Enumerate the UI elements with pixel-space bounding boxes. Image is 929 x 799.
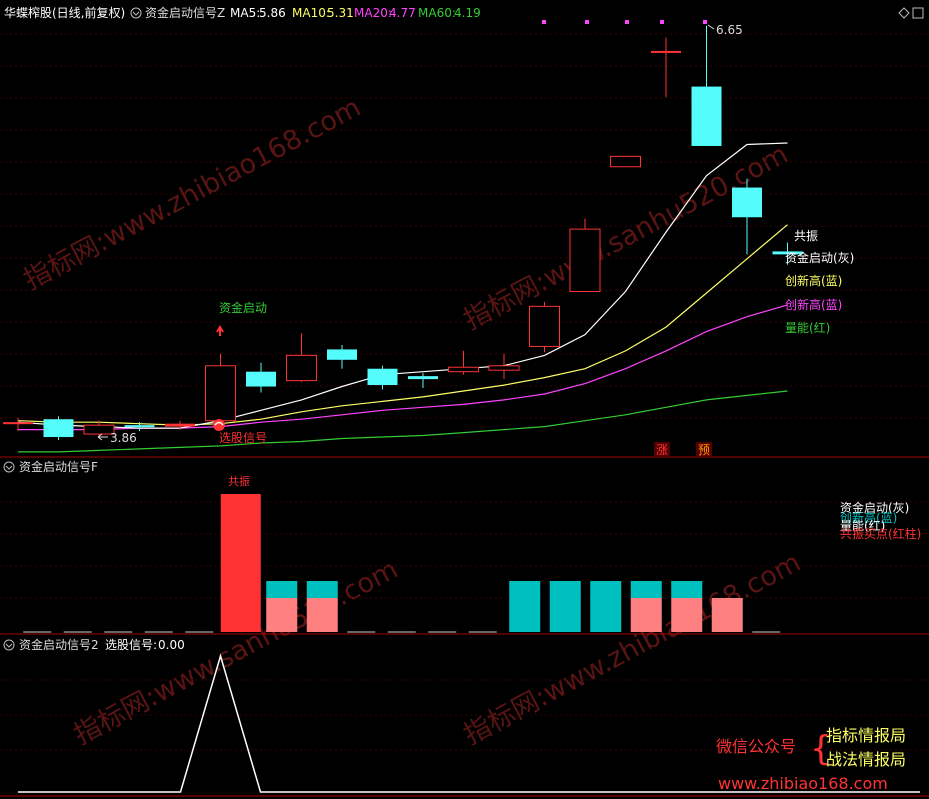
- candle: [610, 155, 641, 168]
- candle-body: [488, 365, 520, 371]
- f-bar: [549, 581, 581, 632]
- stock-title: 华蝶榨股(日线,前复权): [4, 5, 125, 20]
- f-bar-pink: [711, 598, 743, 632]
- f-bar-pink: [306, 598, 338, 632]
- candle: [569, 218, 601, 293]
- top-panel-header: 华蝶榨股(日线,前复权) 资金启动信号Z MA5: 5.86 MA10: 5.3…: [4, 5, 481, 20]
- ma10-label: MA10:: [292, 6, 330, 20]
- legend-item: 共振买点(红柱): [840, 526, 921, 541]
- f-bar-pink: [266, 598, 298, 632]
- f-bar-red: [220, 494, 261, 632]
- bottom-panel-header: 资金启动信号2 选股信号: 0.00: [3, 637, 185, 652]
- candle-body: [165, 423, 195, 427]
- mid-panel-title[interactable]: 资金启动信号F: [19, 459, 98, 474]
- candle-body: [124, 425, 155, 428]
- select-signal-key: 选股信号:: [105, 638, 157, 652]
- tag-up: 涨: [656, 442, 668, 457]
- indicator-chart-canvas: 指标网:www.zhibiao168.com 指标网:www.sanhu520.…: [0, 0, 929, 799]
- ma10-value: 5.31: [327, 6, 354, 20]
- candle-body: [205, 365, 236, 422]
- signal-dot: [660, 20, 664, 24]
- f-bar-teal: [306, 581, 338, 598]
- ma20-value: 4.77: [389, 6, 416, 20]
- candle: [43, 416, 74, 440]
- signal-dot: [542, 20, 546, 24]
- signal-dot: [703, 20, 707, 24]
- candle-body: [569, 228, 601, 293]
- tag-pre: 预: [698, 443, 710, 457]
- signal-dot: [585, 20, 589, 24]
- candle-body: [43, 419, 74, 438]
- f-bar-teal: [509, 581, 541, 632]
- f-bar-pink: [671, 598, 703, 632]
- select-signal-label: 选股信号: [219, 431, 267, 445]
- candle-body: [367, 368, 398, 386]
- f-bar: [711, 598, 743, 632]
- f-bar-teal: [590, 581, 622, 632]
- low-price-label: 3.86: [110, 431, 137, 445]
- candle-body: [3, 422, 33, 425]
- ma5-value: 5.86: [259, 6, 286, 20]
- legend-item: 创新高(蓝): [785, 297, 842, 312]
- wechat-label: 微信公众号: [716, 737, 796, 756]
- high-price-label: 6.65: [716, 23, 743, 37]
- candle-body: [529, 305, 560, 347]
- candle-body: [610, 155, 641, 168]
- f-bar-pink: [630, 598, 662, 632]
- f-bar: [266, 581, 298, 632]
- f-bar: [590, 581, 622, 632]
- ma60-value: 4.19: [454, 6, 481, 20]
- legend-item: 创新高(蓝): [785, 273, 842, 288]
- select-signal-value: 0.00: [158, 638, 185, 652]
- candle-body: [286, 354, 317, 382]
- candle: [529, 301, 560, 353]
- candle-body: [651, 50, 681, 53]
- f-bar: [630, 581, 662, 632]
- signal-ball-icon: [213, 419, 225, 431]
- f-bar: [671, 581, 703, 632]
- f-bar-teal: [549, 581, 581, 632]
- ma60-label: MA60:: [418, 6, 456, 20]
- f-bar-teal: [671, 581, 703, 598]
- candle-body: [408, 376, 438, 380]
- legend-item: 量能(红): [785, 320, 830, 335]
- signal-dot: [625, 20, 629, 24]
- candle-body: [327, 349, 357, 360]
- mid-resonance-label: 共振: [228, 474, 250, 488]
- candle-body: [246, 371, 276, 387]
- brand-line-2: 战法情报局: [826, 750, 906, 769]
- ma20-label: MA20:: [354, 6, 392, 20]
- indicator-title[interactable]: 资金启动信号Z: [145, 5, 225, 20]
- f-bar: [509, 581, 541, 632]
- f-bar-teal: [630, 581, 662, 598]
- brand-line-1: 指标情报局: [826, 726, 906, 745]
- bottom-panel-title[interactable]: 资金启动信号2: [19, 637, 99, 652]
- ma5-label: MA5:: [230, 6, 260, 20]
- f-bar: [306, 581, 338, 632]
- brand-url: www.zhibiao168.com: [718, 774, 888, 793]
- f-bar-teal: [266, 581, 298, 598]
- candle-body: [691, 86, 722, 146]
- resonance-label: 共振: [794, 229, 818, 243]
- fund-start-label: 资金启动: [219, 300, 267, 315]
- candle-body: [732, 187, 762, 218]
- mid-panel-header: 资金启动信号F: [3, 459, 98, 474]
- legend-item: 资金启动(灰): [785, 250, 854, 265]
- f-bar: [220, 494, 261, 632]
- candle-body: [448, 366, 479, 373]
